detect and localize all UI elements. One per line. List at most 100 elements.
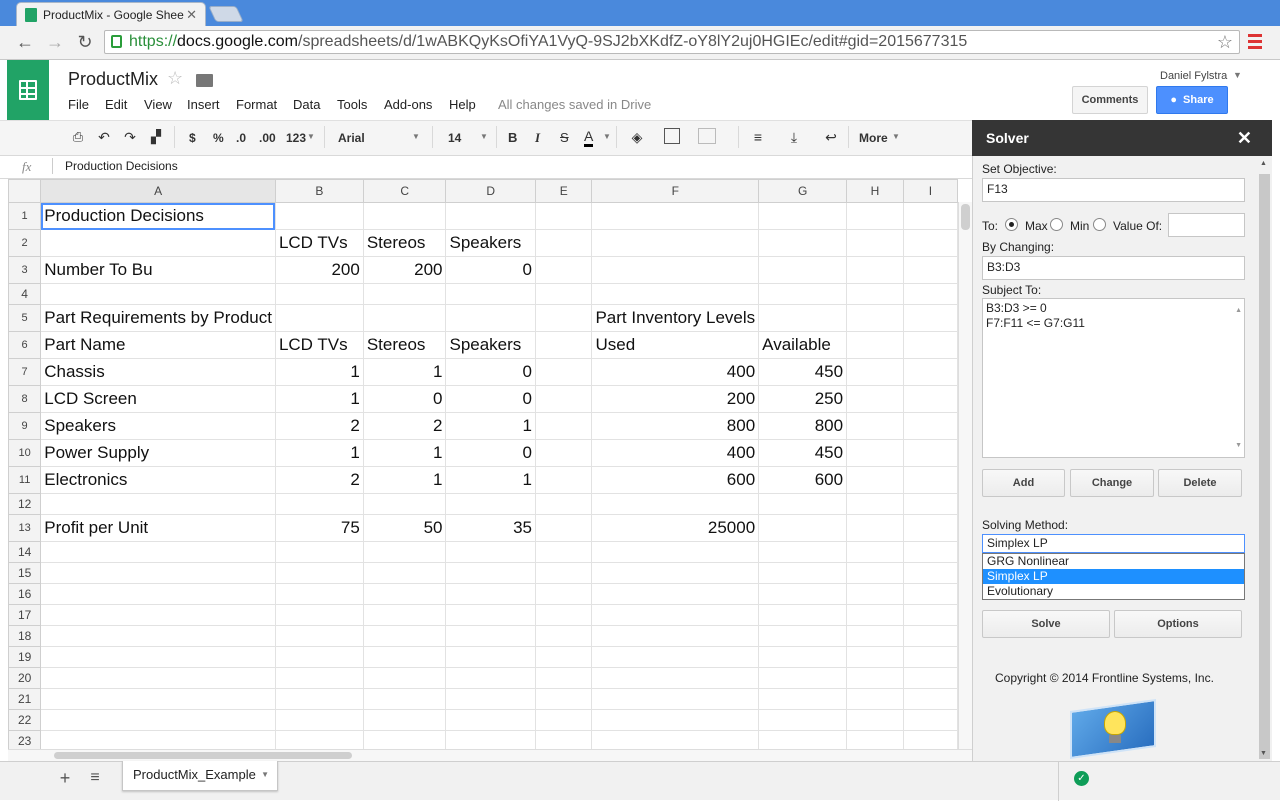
vertical-scrollbar[interactable] bbox=[958, 202, 972, 750]
row-header[interactable]: 4 bbox=[8, 283, 42, 305]
browser-menu-icon[interactable] bbox=[1248, 34, 1262, 50]
cell[interactable] bbox=[846, 283, 904, 305]
cell[interactable] bbox=[362, 562, 447, 584]
row-header[interactable]: 10 bbox=[8, 439, 42, 467]
cell[interactable] bbox=[274, 304, 364, 332]
strikethrough-button[interactable]: S bbox=[560, 130, 569, 145]
cell[interactable] bbox=[445, 709, 536, 731]
menu-format[interactable]: Format bbox=[236, 97, 277, 112]
add-constraint-button[interactable]: Add bbox=[982, 469, 1065, 497]
reload-icon[interactable]: ↻ bbox=[74, 32, 96, 52]
cell[interactable] bbox=[40, 283, 276, 305]
cell[interactable] bbox=[758, 583, 848, 605]
cell[interactable] bbox=[846, 412, 904, 440]
cell[interactable]: Part Requirements by Product bbox=[40, 304, 276, 332]
cell[interactable]: 1 bbox=[362, 358, 447, 386]
cell[interactable] bbox=[274, 709, 364, 731]
cell[interactable] bbox=[591, 283, 760, 305]
cell[interactable]: 200 bbox=[591, 385, 760, 413]
row-header[interactable]: 5 bbox=[8, 304, 42, 332]
cell[interactable]: Available bbox=[758, 331, 848, 359]
cell[interactable] bbox=[534, 625, 593, 647]
cell[interactable] bbox=[534, 466, 593, 494]
cell[interactable] bbox=[591, 625, 760, 647]
row-header[interactable]: 8 bbox=[8, 385, 42, 413]
scroll-up-icon[interactable]: ▲ bbox=[1260, 160, 1267, 167]
changing-cells-input[interactable]: B3:D3 bbox=[982, 256, 1245, 280]
font-size-select[interactable]: 14 bbox=[448, 131, 461, 145]
scroll-down-icon[interactable]: ▼ bbox=[1260, 750, 1267, 757]
cell[interactable]: 2 bbox=[274, 412, 364, 440]
cell[interactable]: 250 bbox=[758, 385, 848, 413]
cell[interactable] bbox=[362, 709, 447, 731]
cell[interactable] bbox=[534, 688, 593, 710]
column-header[interactable]: F bbox=[591, 179, 760, 203]
cell[interactable] bbox=[591, 646, 760, 668]
cell[interactable] bbox=[591, 667, 760, 689]
row-header[interactable]: 15 bbox=[8, 562, 42, 584]
cell[interactable] bbox=[534, 493, 593, 515]
formula-input[interactable]: Production Decisions bbox=[65, 159, 178, 173]
bold-button[interactable]: B bbox=[508, 130, 517, 145]
cell[interactable] bbox=[846, 604, 904, 626]
cell[interactable] bbox=[846, 331, 904, 359]
cell[interactable] bbox=[274, 688, 364, 710]
constraint-item[interactable]: B3:D3 >= 0 bbox=[986, 301, 1241, 316]
cell[interactable]: 200 bbox=[274, 256, 364, 284]
cell[interactable] bbox=[362, 688, 447, 710]
cell[interactable] bbox=[445, 646, 536, 668]
cell[interactable] bbox=[445, 541, 536, 563]
cell[interactable] bbox=[274, 283, 364, 305]
cell[interactable] bbox=[846, 583, 904, 605]
italic-button[interactable]: I bbox=[535, 130, 540, 146]
row-header[interactable]: 2 bbox=[8, 229, 42, 257]
cell[interactable] bbox=[534, 385, 593, 413]
cell[interactable] bbox=[902, 667, 958, 689]
cell[interactable]: Part Inventory Levels bbox=[591, 304, 760, 332]
cell[interactable] bbox=[902, 283, 958, 305]
options-button[interactable]: Options bbox=[1114, 610, 1242, 638]
solving-method-select[interactable]: Simplex LP bbox=[982, 534, 1245, 553]
menu-tools[interactable]: Tools bbox=[337, 97, 367, 112]
cell[interactable]: Stereos bbox=[362, 331, 447, 359]
row-header[interactable]: 23 bbox=[8, 730, 42, 749]
cell[interactable] bbox=[591, 202, 760, 230]
row-header[interactable]: 13 bbox=[8, 514, 42, 542]
cell[interactable] bbox=[534, 283, 593, 305]
horizontal-scrollbar[interactable] bbox=[8, 749, 972, 761]
cell[interactable] bbox=[591, 562, 760, 584]
cell[interactable] bbox=[902, 412, 958, 440]
menu-insert[interactable]: Insert bbox=[187, 97, 220, 112]
cell[interactable] bbox=[534, 514, 593, 542]
cell[interactable] bbox=[591, 256, 760, 284]
cell[interactable]: Speakers bbox=[40, 412, 276, 440]
more-toolbar-button[interactable]: More bbox=[859, 131, 888, 145]
cell[interactable] bbox=[846, 730, 904, 749]
method-option[interactable]: Evolutionary bbox=[983, 584, 1244, 599]
cell[interactable] bbox=[846, 646, 904, 668]
cell[interactable] bbox=[758, 202, 848, 230]
cell[interactable] bbox=[591, 493, 760, 515]
font-family-select[interactable]: Arial bbox=[338, 131, 365, 145]
select-all-corner[interactable] bbox=[8, 179, 42, 203]
delete-constraint-button[interactable]: Delete bbox=[1158, 469, 1242, 497]
cell[interactable] bbox=[902, 730, 958, 749]
cell[interactable] bbox=[846, 541, 904, 563]
row-header[interactable]: 6 bbox=[8, 331, 42, 359]
cell[interactable] bbox=[362, 667, 447, 689]
cell[interactable]: 400 bbox=[591, 439, 760, 467]
cell[interactable] bbox=[846, 709, 904, 731]
cell[interactable] bbox=[534, 667, 593, 689]
cell[interactable] bbox=[534, 358, 593, 386]
cell[interactable]: Part Name bbox=[40, 331, 276, 359]
undo-icon[interactable]: ↶ bbox=[96, 128, 112, 146]
cell[interactable] bbox=[846, 439, 904, 467]
cell[interactable] bbox=[902, 256, 958, 284]
menu-addons[interactable]: Add-ons bbox=[384, 97, 432, 112]
cell[interactable] bbox=[445, 493, 536, 515]
cell[interactable] bbox=[591, 583, 760, 605]
cell[interactable] bbox=[40, 688, 276, 710]
forward-icon[interactable]: → bbox=[44, 32, 66, 52]
constraint-item[interactable]: F7:F11 <= G7:G11 bbox=[986, 316, 1241, 331]
cell[interactable] bbox=[758, 229, 848, 257]
